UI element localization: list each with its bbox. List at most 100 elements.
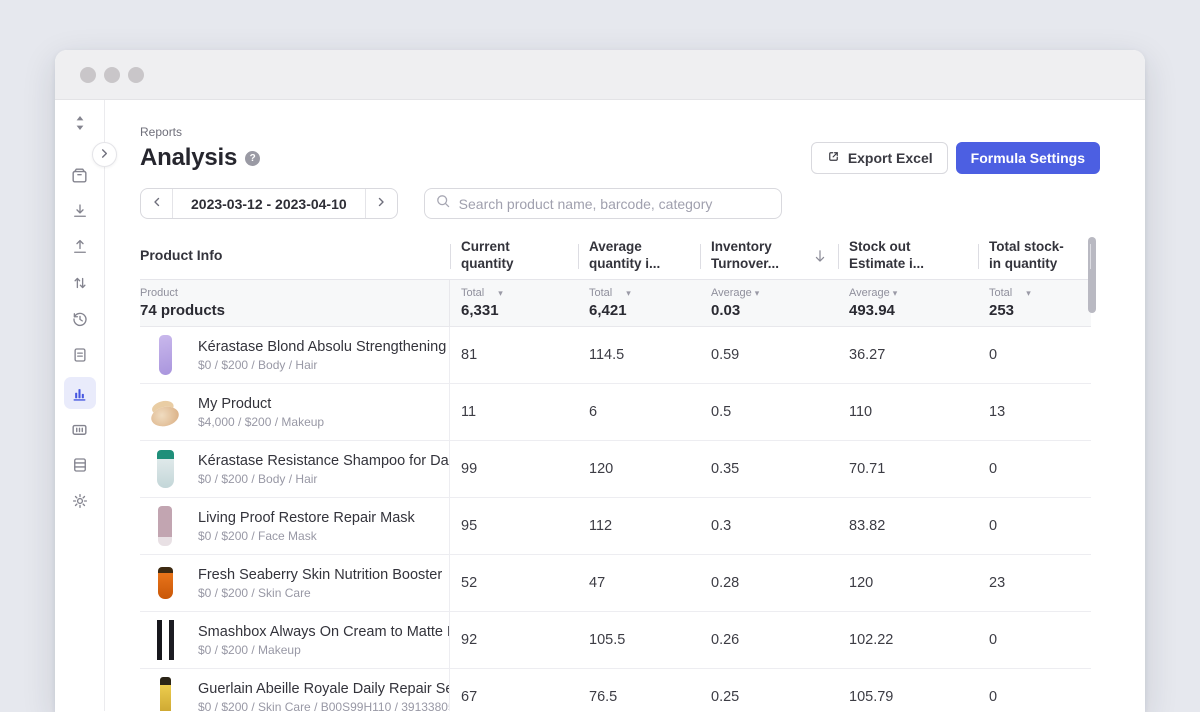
history-icon [71, 310, 89, 328]
formula-settings-button[interactable]: Formula Settings [956, 142, 1100, 174]
column-header-total-stock-in[interactable]: Total stock- in quantity [978, 233, 1091, 279]
cell-total-stock-in: 0 [978, 669, 1091, 711]
product-name: Smashbox Always On Cream to Matte Li... [198, 624, 449, 640]
sort-arrows-icon [73, 115, 87, 131]
sidebar-item-history[interactable] [66, 305, 94, 333]
product-image [148, 560, 182, 606]
summary-product-count: 74 products [140, 302, 449, 319]
cell-total-stock-in: 0 [978, 498, 1091, 554]
product-subinfo: $0 / $200 / Body / Hair [198, 358, 449, 372]
dropdown-triangle-icon[interactable]: ▾ [626, 288, 631, 299]
sidebar-item-stock-in[interactable] [66, 197, 94, 225]
sidebar-item-stock-out[interactable] [66, 233, 94, 261]
search-input[interactable] [459, 196, 771, 212]
table-row[interactable]: My Product $4,000 / $200 / Makeup 11 6 0… [140, 384, 1091, 441]
summary-stock-out-estimate: Average▾ 493.94 [838, 280, 978, 326]
product-subinfo: $0 / $200 / Face Mask [198, 529, 415, 543]
cell-current-quantity: 11 [450, 384, 578, 440]
cell-stock-out-estimate: 105.79 [838, 669, 978, 711]
product-name: Kérastase Resistance Shampoo for Dam... [198, 453, 449, 469]
column-header-stock-out-estimate[interactable]: Stock out Estimate i... [838, 233, 978, 279]
column-header-product-info[interactable]: Product Info [140, 233, 450, 279]
summary-average-quantity: Total▾ 6,421 [578, 280, 700, 326]
column-header-average-quantity[interactable]: Average quantity i... [578, 233, 700, 279]
cell-current-quantity: 52 [450, 555, 578, 611]
cell-stock-out-estimate: 102.22 [838, 612, 978, 668]
cell-stock-out-estimate: 110 [838, 384, 978, 440]
sidebar-item-orders[interactable] [66, 341, 94, 369]
table-row[interactable]: Kérastase Blond Absolu Strengthening ...… [140, 327, 1091, 384]
date-range-picker: 2023-03-12 - 2023-04-10 [140, 188, 398, 219]
product-subinfo: $0 / $200 / Skin Care [198, 586, 442, 600]
prev-period-button[interactable] [141, 189, 173, 218]
cell-total-stock-in: 0 [978, 441, 1091, 497]
window-control-dot[interactable] [128, 67, 144, 83]
next-period-button[interactable] [365, 189, 397, 218]
cell-inventory-turnover: 0.28 [700, 555, 838, 611]
formula-settings-label: Formula Settings [971, 150, 1085, 166]
dropdown-triangle-icon[interactable]: ▾ [1026, 288, 1031, 299]
search-icon [435, 193, 451, 214]
main-content: Reports Analysis ? Export Excel Formula … [105, 100, 1145, 711]
cell-stock-out-estimate: 120 [838, 555, 978, 611]
sidebar-item-products[interactable] [66, 451, 94, 479]
sidebar-item-analysis[interactable] [64, 377, 96, 409]
window-control-dot[interactable] [80, 67, 96, 83]
table-row[interactable]: Guerlain Abeille Royale Daily Repair Ser… [140, 669, 1091, 711]
dropdown-triangle-icon[interactable]: ▾ [893, 288, 898, 299]
column-header-current-quantity[interactable]: Current quantity [450, 233, 578, 279]
column-header-inventory-turnover[interactable]: Inventory Turnover... [700, 233, 838, 279]
summary-inventory-turnover: Average▾ 0.03 [700, 280, 838, 326]
date-range-value[interactable]: 2023-03-12 - 2023-04-10 [173, 189, 365, 218]
sidebar [55, 100, 105, 711]
cell-inventory-turnover: 0.5 [700, 384, 838, 440]
cell-stock-out-estimate: 83.82 [838, 498, 978, 554]
export-excel-button[interactable]: Export Excel [811, 142, 948, 174]
help-icon[interactable]: ? [245, 151, 260, 166]
cell-stock-out-estimate: 70.71 [838, 441, 978, 497]
cell-inventory-turnover: 0.35 [700, 441, 838, 497]
table-row[interactable]: Kérastase Resistance Shampoo for Dam... … [140, 441, 1091, 498]
transfer-icon [71, 274, 89, 292]
product-name: Guerlain Abeille Royale Daily Repair Ser… [198, 681, 449, 697]
cell-average-quantity: 112 [578, 498, 700, 554]
sidebar-item-reorder[interactable] [66, 109, 94, 137]
table-row[interactable]: Fresh Seaberry Skin Nutrition Booster $0… [140, 555, 1091, 612]
product-subinfo: $0 / $200 / Makeup [198, 643, 449, 657]
product-name: Living Proof Restore Repair Mask [198, 510, 415, 526]
cell-total-stock-in: 0 [978, 612, 1091, 668]
product-subinfo: $0 / $200 / Skin Care / B00S99H110 / 391… [198, 700, 449, 712]
sidebar-item-settings[interactable] [66, 487, 94, 515]
cell-current-quantity: 99 [450, 441, 578, 497]
window-control-dot[interactable] [104, 67, 120, 83]
download-icon [71, 202, 89, 220]
cell-current-quantity: 92 [450, 612, 578, 668]
product-image [148, 332, 182, 378]
product-image [148, 389, 182, 435]
chevron-right-icon [99, 146, 110, 164]
cell-inventory-turnover: 0.25 [700, 669, 838, 711]
cell-inventory-turnover: 0.3 [700, 498, 838, 554]
cell-current-quantity: 95 [450, 498, 578, 554]
chevron-left-icon [151, 195, 163, 213]
cell-average-quantity: 114.5 [578, 327, 700, 383]
sidebar-item-transfer[interactable] [66, 269, 94, 297]
archive-box-icon [70, 166, 89, 185]
dropdown-triangle-icon[interactable]: ▾ [755, 288, 760, 299]
product-image [148, 617, 182, 663]
summary-current-quantity: Total▾ 6,331 [450, 280, 578, 326]
cell-total-stock-in: 23 [978, 555, 1091, 611]
cell-current-quantity: 81 [450, 327, 578, 383]
summary-product: Product 74 products [140, 280, 450, 326]
table-row[interactable]: Living Proof Restore Repair Mask $0 / $2… [140, 498, 1091, 555]
chevron-right-icon [375, 195, 387, 213]
sidebar-expand-button[interactable] [92, 142, 117, 167]
sort-descending-icon[interactable] [812, 248, 828, 264]
table-row[interactable]: Smashbox Always On Cream to Matte Li... … [140, 612, 1091, 669]
breadcrumb: Reports [140, 125, 1145, 139]
sidebar-item-inventory[interactable] [66, 161, 94, 189]
product-image [148, 674, 182, 711]
dropdown-triangle-icon[interactable]: ▾ [498, 288, 503, 299]
sidebar-item-barcode[interactable] [66, 415, 94, 443]
export-icon [826, 149, 841, 167]
